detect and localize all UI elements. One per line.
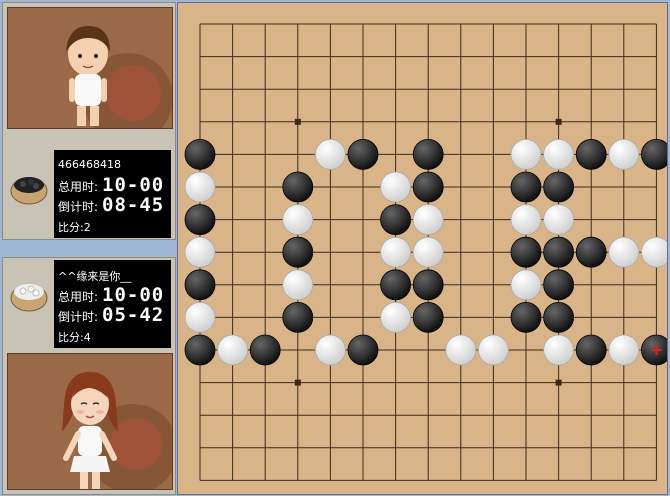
white-stone <box>608 236 640 268</box>
black-stone <box>412 171 444 203</box>
black-stone <box>510 236 542 268</box>
player1-total-time: 10-00 <box>102 174 165 196</box>
black-stone <box>249 334 281 366</box>
player1-panel: 466468418 总用时: 10-00 倒计时: 08-45 比分:2 <box>2 2 176 240</box>
white-stone <box>543 334 575 366</box>
white-stone <box>543 204 575 236</box>
player2-score: 比分:4 <box>58 331 91 344</box>
player2-countdown-label: 倒计时: <box>58 310 99 324</box>
player1-countdown-label: 倒计时: <box>58 200 99 214</box>
player1-name: 466468418 <box>58 158 121 171</box>
player2-total-label: 总用时: <box>58 290 99 304</box>
player1-avatar <box>7 7 173 129</box>
black-stone <box>347 138 379 170</box>
black-stone <box>543 301 575 333</box>
white-stone <box>543 138 575 170</box>
star-point <box>555 118 562 125</box>
white-stone <box>608 334 640 366</box>
black-stone <box>184 269 216 301</box>
black-stone <box>510 171 542 203</box>
black-stone <box>543 171 575 203</box>
white-stone <box>412 204 444 236</box>
player2-total-time: 10-00 <box>102 284 165 306</box>
black-stone <box>575 334 607 366</box>
black-stone <box>347 334 379 366</box>
black-stone <box>282 236 314 268</box>
white-stone <box>184 301 216 333</box>
black-stone <box>575 236 607 268</box>
star-point <box>294 118 301 125</box>
black-stone <box>412 301 444 333</box>
star-point <box>294 379 301 386</box>
black-stone <box>412 269 444 301</box>
black-stone <box>543 236 575 268</box>
black-stone <box>641 139 667 170</box>
black-stone <box>282 301 314 333</box>
white-stone <box>184 171 216 203</box>
white-stone <box>184 236 216 268</box>
white-stone <box>510 269 542 301</box>
white-stone <box>282 269 314 301</box>
player1-score: 比分:2 <box>58 221 91 234</box>
player2-info-box: ^^缘来是你__ 总用时: 10-00 倒计时: 05-42 比分:4 <box>54 260 171 348</box>
player2-countdown-time: 05-42 <box>102 304 165 326</box>
black-stone <box>184 138 216 170</box>
black-stone <box>412 138 444 170</box>
white-stone <box>608 138 640 170</box>
black-stone <box>543 269 575 301</box>
white-stone <box>217 334 248 366</box>
player2-panel: ^^缘来是你__ 总用时: 10-00 倒计时: 05-42 比分:4 <box>2 257 176 495</box>
white-stone <box>282 204 314 236</box>
white-stone <box>380 171 412 203</box>
black-stone <box>380 204 412 236</box>
black-stone-bowl-icon <box>10 171 48 205</box>
black-stone <box>184 204 216 236</box>
white-stone-bowl-icon <box>10 278 48 312</box>
black-stone <box>184 334 216 366</box>
board-canvas[interactable] <box>178 3 667 494</box>
white-stone <box>445 334 477 366</box>
player1-countdown-time: 08-45 <box>102 194 165 216</box>
white-stone <box>477 334 509 366</box>
white-stone <box>510 138 542 170</box>
black-stone <box>510 301 542 333</box>
player2-name: ^^缘来是你__ <box>58 270 132 283</box>
white-stone <box>510 204 542 236</box>
white-stone <box>314 138 346 170</box>
white-stone <box>641 236 667 268</box>
player2-avatar <box>7 353 173 490</box>
white-stone <box>380 301 412 333</box>
white-stone <box>412 236 444 268</box>
black-stone <box>575 138 607 170</box>
player1-info-box: 466468418 总用时: 10-00 倒计时: 08-45 比分:2 <box>54 150 171 238</box>
gomoku-board[interactable] <box>177 2 668 495</box>
black-stone <box>380 269 412 301</box>
player1-total-label: 总用时: <box>58 180 99 194</box>
white-stone <box>380 236 412 268</box>
black-stone <box>282 171 314 203</box>
white-stone <box>314 334 346 366</box>
star-point <box>555 379 562 386</box>
